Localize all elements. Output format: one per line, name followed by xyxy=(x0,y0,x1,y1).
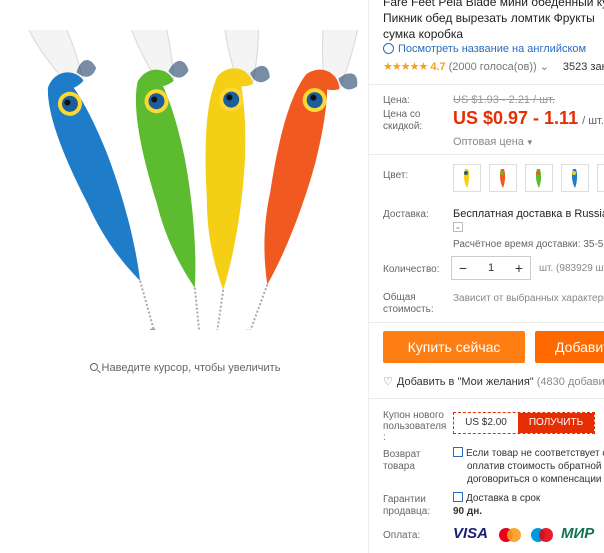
old-price: US $1.93 - 2.21 / шт. xyxy=(453,94,555,106)
delivery-truck-icon xyxy=(453,492,463,503)
rating-votes[interactable]: (2000 голоса(ов)) xyxy=(449,61,537,73)
title-line-2: Пикник обед вырезать ломтик Фрукты xyxy=(383,11,595,25)
quantity-label: Количество: xyxy=(383,264,440,275)
quantity-available: шт. (983929 шт. д xyxy=(539,263,604,274)
translate-link-text[interactable]: Посмотреть название на английском xyxy=(398,43,586,55)
product-image[interactable] xyxy=(18,30,358,330)
guarantee-label: Гарантии продавца: xyxy=(383,494,431,517)
shipping-option[interactable]: Бесплатная доставка в Russian Fe xyxy=(453,208,604,220)
zoom-hint: Наведите курсор, чтобы увеличить xyxy=(0,362,370,374)
wholesale-price-label[interactable]: Оптовая цена xyxy=(453,136,524,148)
returns-info: Если товар не соответствует с оплатив ст… xyxy=(453,447,604,486)
color-swatch-extra[interactable] xyxy=(597,164,604,192)
quantity-input[interactable]: 1 xyxy=(474,257,508,279)
coupon-label: Купон нового пользователя : xyxy=(383,410,447,443)
guarantee-line-2: 90 дн. xyxy=(453,506,483,517)
payment-methods: VISA МИР xyxy=(453,525,604,545)
orders-count: 3523 заказ xyxy=(562,61,604,73)
delivery-label: Доставка: xyxy=(383,209,429,220)
get-coupon-button[interactable]: ПОЛУЧИТЬ xyxy=(518,413,594,433)
color-swatch-yellow[interactable] xyxy=(453,164,481,192)
color-swatch-blue[interactable] xyxy=(561,164,589,192)
chevron-down-icon[interactable]: ⌄ xyxy=(453,222,463,232)
color-label: Цвет: xyxy=(383,170,409,181)
heart-icon: ♡ xyxy=(383,376,393,388)
visa-logo-icon: VISA xyxy=(453,525,489,542)
color-swatch-green[interactable] xyxy=(525,164,553,192)
discount-price: US $0.97 - 1.11/ шт. xyxy=(453,108,604,129)
new-user-coupon: US $2.00 ПОЛУЧИТЬ xyxy=(453,412,595,434)
discount-price-label: Цена со скидкой: xyxy=(383,109,423,132)
returns-line-2: оплатив стоимость обратной д xyxy=(467,461,604,472)
divider xyxy=(369,398,604,399)
divider xyxy=(369,84,604,85)
magnifier-icon xyxy=(89,363,98,372)
total-note: Зависит от выбранных характерис xyxy=(453,293,604,304)
returns-line-3: договориться о компенсации xyxy=(467,474,602,485)
guarantee-line-1[interactable]: Доставка в срок xyxy=(466,493,540,504)
delivery-estimate: Расчётное время доставки: 35-58 д xyxy=(453,239,604,250)
wholesale-price-dropdown[interactable]: Оптовая цена ▼ xyxy=(453,136,534,148)
quantity-decrease-button[interactable]: − xyxy=(452,257,474,279)
price-unit: / шт. xyxy=(582,115,604,127)
mir-logo-icon: МИР xyxy=(561,525,595,542)
product-info-panel: Fare Feet Pela Blade мини обеденный кух … xyxy=(368,0,604,553)
title-line-1: Fare Feet Pela Blade мини обеденный кух xyxy=(383,0,604,9)
mastercard-logo-icon xyxy=(499,528,521,542)
quantity-increase-button[interactable]: + xyxy=(508,257,530,279)
divider xyxy=(369,322,604,323)
wishlist-text[interactable]: Добавить в "Мои желания" xyxy=(397,376,534,388)
zoom-hint-text: Наведите курсор, чтобы увеличить xyxy=(101,362,281,374)
wishlist-count: (4830 добавили) xyxy=(536,376,604,388)
color-swatches xyxy=(453,164,604,194)
buy-now-button[interactable]: Купить сейчас xyxy=(383,331,525,363)
knife-yellow xyxy=(180,30,285,330)
coupon-amount: US $2.00 xyxy=(465,417,507,428)
product-title: Fare Feet Pela Blade мини обеденный кух … xyxy=(383,0,604,42)
rating-stars-icon: ★★★★★ xyxy=(383,61,428,73)
maestro-logo-icon xyxy=(531,528,553,542)
product-gallery: Наведите курсор, чтобы увеличить xyxy=(0,0,370,553)
discount-price-value: US $0.97 - 1.11 xyxy=(453,108,579,128)
add-to-cart-button[interactable]: Добавит xyxy=(535,331,604,363)
color-swatch-orange[interactable] xyxy=(489,164,517,192)
quantity-stepper: − 1 + xyxy=(451,256,531,280)
divider xyxy=(369,154,604,155)
returns-label: Возврат товара xyxy=(383,449,421,472)
rating-row: ★★★★★4.7(2000 голоса(ов))⌄ 3523 заказ xyxy=(383,60,604,73)
total-label: Общая стоимость: xyxy=(383,292,434,315)
rating-score: 4.7 xyxy=(430,61,446,73)
guarantee-info: Доставка в срок 90 дн. xyxy=(453,492,540,518)
title-line-3: сумка коробка xyxy=(383,27,464,41)
translate-icon xyxy=(383,42,394,54)
chevron-down-icon[interactable]: ⌄ xyxy=(540,61,549,73)
return-policy-icon xyxy=(453,447,463,458)
add-to-wishlist-link[interactable]: ♡ Добавить в "Мои желания" (4830 добавили… xyxy=(383,375,604,388)
translate-title-link[interactable]: Посмотреть название на английском xyxy=(383,42,586,55)
payment-label: Оплата: xyxy=(383,530,421,541)
returns-line-1: Если товар не соответствует с xyxy=(466,448,604,459)
price-label: Цена: xyxy=(383,95,410,106)
caret-down-icon: ▼ xyxy=(525,138,534,147)
